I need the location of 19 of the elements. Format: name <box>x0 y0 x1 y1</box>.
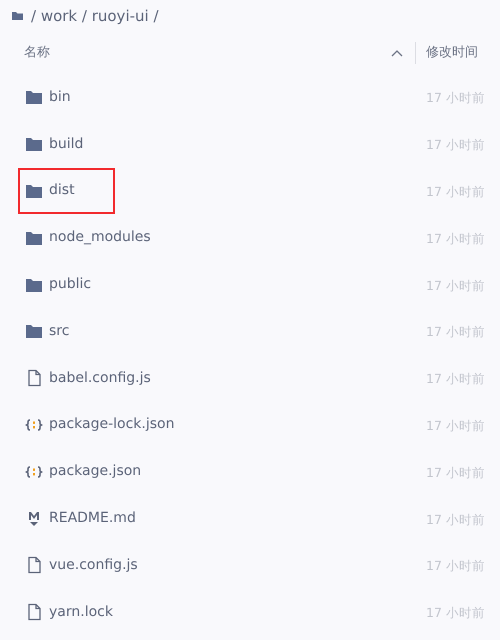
folder-icon <box>25 322 43 340</box>
file-name[interactable]: babel.config.js <box>49 368 151 389</box>
modified-column-header[interactable]: 修改时间 <box>426 43 478 63</box>
file-name[interactable]: package.json <box>49 461 142 482</box>
folder-icon <box>12 11 23 21</box>
file-name[interactable]: bin <box>49 86 71 108</box>
file-name[interactable]: public <box>49 274 92 296</box>
folder-icon <box>25 135 43 154</box>
file-name[interactable]: src <box>49 320 70 342</box>
breadcrumb-path[interactable]: / work / ruoyi-ui / <box>31 4 159 28</box>
name-column-header[interactable]: 名称 <box>24 43 50 63</box>
file-name[interactable]: node_modules <box>49 227 151 248</box>
file-name[interactable]: dist <box>49 180 75 202</box>
file-name[interactable]: vue.config.js <box>49 554 138 576</box>
file-name[interactable]: yarn.lock <box>49 602 113 623</box>
file-name[interactable]: README.md <box>49 508 136 530</box>
file-name[interactable]: package-lock.json <box>49 414 174 436</box>
folder-icon <box>25 88 43 106</box>
file-name[interactable]: build <box>49 134 84 155</box>
